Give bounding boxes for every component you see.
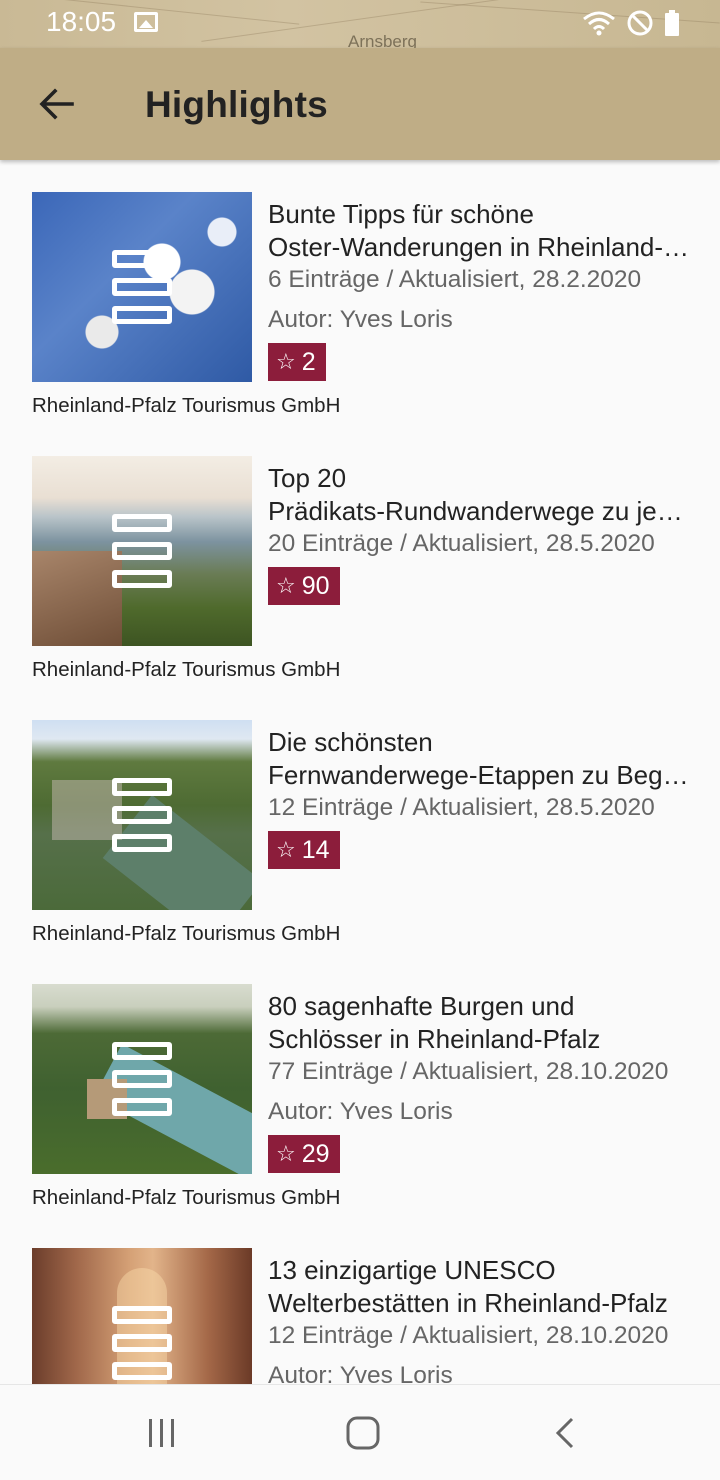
item-meta: 20 Einträge / Aktualisiert, 28.5.2020 [268, 530, 655, 557]
app-bar: Highlights [0, 48, 720, 160]
rating-badge: ☆ 14 [268, 831, 340, 869]
list-overlay-icon [112, 1306, 172, 1380]
back-button[interactable] [22, 70, 90, 138]
publisher-name: Rheinland-Pfalz Tourismus GmbH [32, 658, 341, 681]
list-item[interactable]: Bunte Tipps für schöne Oster-Wanderungen… [0, 160, 720, 424]
item-title: Top 20 Prädikats-Rundwanderwege zu jeder… [268, 463, 693, 526]
star-icon: ☆ [276, 1141, 296, 1166]
item-meta: 6 Einträge / Aktualisiert, 28.2.2020 [268, 266, 642, 293]
wifi-icon [583, 11, 615, 36]
item-title: Die schönsten Fernwanderwege-Etappen zu … [268, 727, 693, 790]
list-item[interactable]: Die schönsten Fernwanderwege-Etappen zu … [0, 688, 720, 952]
item-title: 13 einzigartige UNESCO Welterbestätten i… [268, 1255, 668, 1318]
publisher-name: Rheinland-Pfalz Tourismus GmbH [32, 394, 341, 417]
rating-badge: ☆ 90 [268, 567, 340, 605]
item-author: Autor: Yves Loris [268, 1362, 453, 1384]
star-icon: ☆ [276, 573, 296, 598]
publisher-name: Rheinland-Pfalz Tourismus GmbH [32, 1186, 341, 1209]
rating-count: 2 [301, 347, 316, 376]
home-button[interactable] [333, 1411, 393, 1455]
status-time: 18:05 [46, 6, 117, 37]
battery-icon [665, 10, 679, 36]
item-meta: 12 Einträge / Aktualisiert, 28.10.2020 [268, 1322, 669, 1349]
list-item[interactable]: Top 20 Prädikats-Rundwanderwege zu jeder… [0, 424, 720, 688]
map-label: Arnsberg [348, 32, 417, 48]
item-meta: 12 Einträge / Aktualisiert, 28.5.2020 [268, 794, 655, 821]
thumbnail-image [32, 984, 252, 1174]
thumbnail-image [32, 192, 252, 382]
highlights-list: Bunte Tipps für schöne Oster-Wanderungen… [0, 160, 720, 1384]
item-author: Autor: Yves Loris [268, 306, 453, 333]
list-overlay-icon [112, 1042, 172, 1116]
status-icons [582, 9, 680, 37]
publisher-name: Rheinland-Pfalz Tourismus GmbH [32, 922, 341, 945]
page-title: Highlights [145, 84, 328, 125]
system-nav-bar [0, 1384, 720, 1480]
star-icon: ☆ [276, 349, 296, 374]
thumbnail-image [32, 456, 252, 646]
recents-button[interactable] [132, 1411, 192, 1455]
list-overlay-icon [112, 778, 172, 852]
image-notification-icon [134, 12, 158, 32]
do-not-disturb-icon [627, 10, 653, 36]
home-icon [346, 1416, 380, 1450]
list-overlay-icon [112, 514, 172, 588]
nav-back-icon [555, 1417, 574, 1449]
item-title: Bunte Tipps für schöne Oster-Wanderungen… [268, 199, 693, 262]
nav-back-button[interactable] [535, 1411, 595, 1455]
thumbnail-image [32, 720, 252, 910]
recents-icon [149, 1419, 174, 1447]
list-item[interactable]: 80 sagenhafte Burgen und Schlösser in Rh… [0, 952, 720, 1216]
item-title: 80 sagenhafte Burgen und Schlösser in Rh… [268, 991, 601, 1054]
item-author: Autor: Yves Loris [268, 1098, 453, 1125]
list-item[interactable]: 13 einzigartige UNESCO Welterbestätten i… [0, 1216, 720, 1384]
item-meta: 77 Einträge / Aktualisiert, 28.10.2020 [268, 1058, 669, 1085]
rating-count: 14 [301, 835, 330, 864]
arrow-back-icon [39, 88, 74, 120]
rating-count: 29 [301, 1139, 330, 1168]
thumbnail-image [32, 1248, 252, 1384]
rating-count: 90 [301, 571, 330, 600]
status-bar: 18:05 Arnsberg [0, 0, 720, 48]
rating-badge: ☆ 29 [268, 1135, 340, 1173]
list-overlay-icon [112, 250, 172, 324]
star-icon: ☆ [276, 837, 296, 862]
rating-badge: ☆ 2 [268, 343, 326, 381]
